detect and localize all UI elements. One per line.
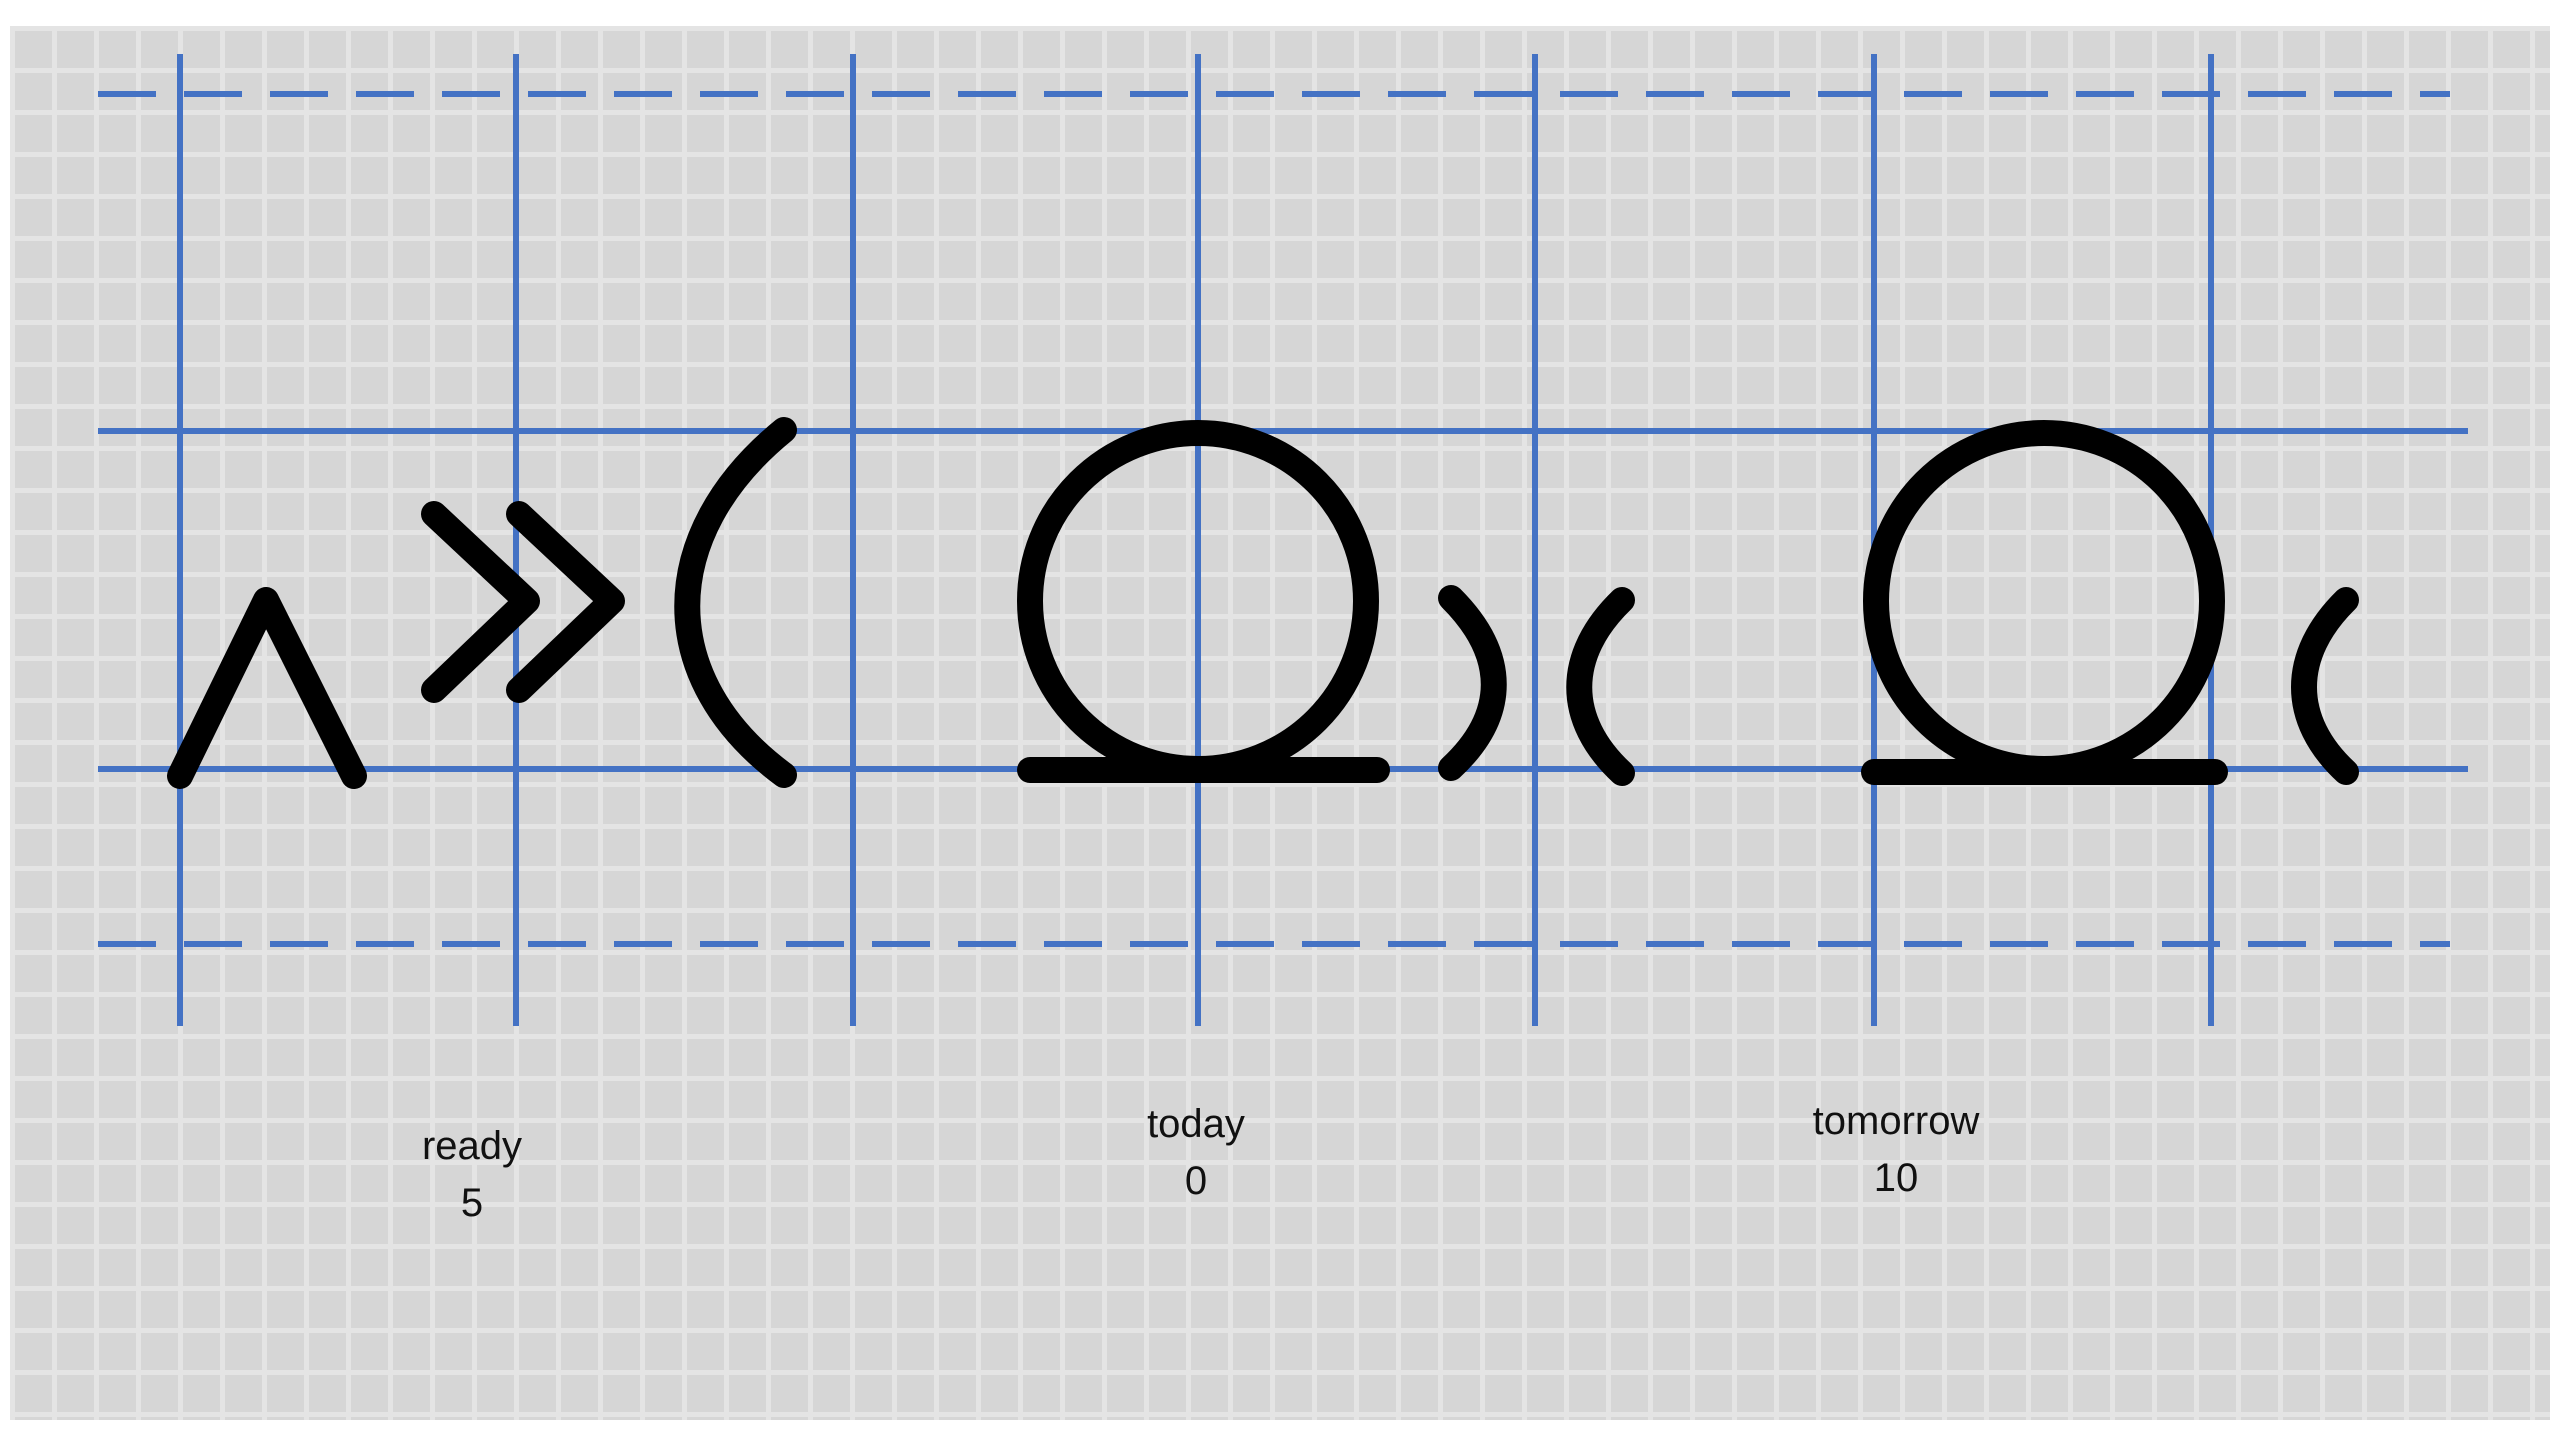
glyphs [167,417,2359,789]
word-label-text: ready [421,1124,523,1168]
word-label-value: 0 [1184,1159,1208,1203]
caret-glyph [167,587,367,789]
word-label-tomorrow: tomorrow 10 [1746,1093,2046,1207]
word-label-value: 5 [460,1181,484,1225]
word-label-value: 10 [1873,1156,1919,1200]
small-open-paren-glyph-2 [2291,587,2359,785]
word-label-ready: ready 5 [322,1118,622,1232]
canvas: ready 5 today 0 tomorrow 10 [0,0,2560,1440]
small-open-paren-glyph-1 [1566,587,1635,786]
word-label-today: today 0 [1046,1096,1346,1210]
omega-circle-glyph-2 [1863,420,2225,782]
large-open-paren-glyph [674,417,797,788]
small-close-paren-glyph [1438,585,1507,781]
word-label-text: tomorrow [1812,1099,1980,1143]
word-label-text: today [1147,1102,1245,1146]
